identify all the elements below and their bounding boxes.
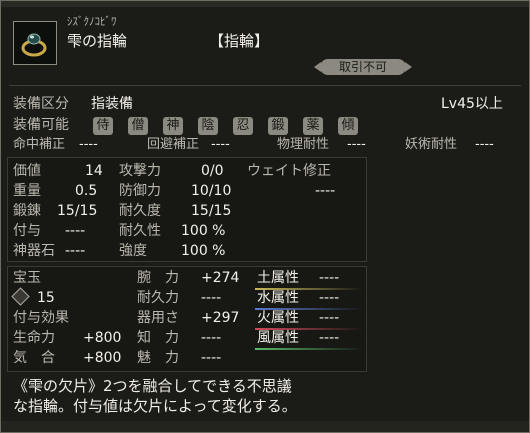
durability-pct-value: 100 % xyxy=(181,223,226,239)
element-label: 水属性 xyxy=(257,290,299,306)
tradable-badge: 取引不可 xyxy=(314,59,412,75)
divider xyxy=(9,85,521,86)
description-line: 《雫の欠片》2つを融合してできる不思議 xyxy=(13,377,292,395)
element-value: ---- xyxy=(319,270,340,286)
job-badge: 陰 xyxy=(198,117,218,135)
equip-category-value: 指装備 xyxy=(91,96,133,112)
magic-resist-label: 妖術耐性 xyxy=(405,137,458,152)
background-strip xyxy=(1,421,529,432)
element-value: ---- xyxy=(319,330,340,346)
magic-resist-value: ---- xyxy=(475,137,494,152)
job-badge: 侍 xyxy=(93,117,113,135)
weight-fix-value: ---- xyxy=(315,183,336,199)
item-description: 《雫の欠片》2つを融合してできる不思議 な指輪。付与値は欠片によって変化する。 xyxy=(13,376,297,416)
attribute-value: +274 xyxy=(201,270,240,286)
durability-value: 15/15 xyxy=(191,203,232,219)
weight-label: 重量 xyxy=(13,183,41,199)
durability-label: 耐久度 xyxy=(119,203,161,219)
job-badge: 傾 xyxy=(338,117,358,135)
element-label: 風属性 xyxy=(257,330,299,346)
job-badge: 僧 xyxy=(128,117,148,135)
job-badge: 忍 xyxy=(233,117,253,135)
jinki-label: 神器石 xyxy=(13,243,55,259)
value-label: 価値 xyxy=(13,163,41,179)
level-requirement: Lv45以上 xyxy=(441,96,503,112)
attribute-label: 腕 力 xyxy=(137,270,179,286)
defense-value: 10/10 xyxy=(191,183,232,199)
effects-label: 付与効果 xyxy=(13,310,69,326)
defense-label: 防御力 xyxy=(119,183,161,199)
hit-correction-value: ---- xyxy=(79,137,98,152)
attribute-label: 魅 力 xyxy=(137,350,179,366)
effect-value: +800 xyxy=(83,330,122,346)
forge-label: 鍛錬 xyxy=(13,203,41,219)
weight-fix-label: ウェイト修正 xyxy=(247,163,331,179)
ring-item-icon xyxy=(13,21,57,65)
equip-category-label: 装備区分 xyxy=(13,96,69,112)
job-badge: 鍛 xyxy=(268,117,288,135)
enchant-label: 付与 xyxy=(13,223,41,239)
evade-correction-label: 回避補正 xyxy=(147,137,200,152)
item-reading: ｼｽﾞｸﾉｺﾋﾞﾜ xyxy=(67,15,117,28)
attribute-value: ---- xyxy=(201,330,222,346)
item-name: 雫の指輪 xyxy=(67,32,128,50)
attribute-value: ---- xyxy=(201,290,222,306)
attack-value: 0/0 xyxy=(201,163,224,179)
phys-resist-value: ---- xyxy=(347,137,366,152)
strength-label: 強度 xyxy=(119,243,147,259)
strength-value: 100 % xyxy=(181,243,226,259)
element-label: 土属性 xyxy=(257,270,299,286)
effect-label: 気 合 xyxy=(13,350,55,366)
gem-label: 宝玉 xyxy=(13,270,41,286)
effect-label: 生命力 xyxy=(13,330,55,346)
hit-correction-label: 命中補正 xyxy=(13,137,66,152)
weight-value: 0.5 xyxy=(75,183,98,199)
attribute-label: 器用さ xyxy=(137,310,179,326)
attack-label: 攻撃力 xyxy=(119,163,161,179)
attribute-value: ---- xyxy=(201,350,222,366)
attribute-label: 知 力 xyxy=(137,330,179,346)
forge-value: 15/15 xyxy=(57,203,98,219)
effect-value: +800 xyxy=(83,350,122,366)
item-type: 【指輪】 xyxy=(209,32,270,50)
element-underline xyxy=(255,348,363,350)
value-value: 14 xyxy=(85,163,103,179)
background-strip xyxy=(1,1,529,7)
description-line: な指輪。付与値は欠片によって変化する。 xyxy=(13,397,297,415)
evade-correction-value: ---- xyxy=(211,137,230,152)
element-value: ---- xyxy=(319,290,340,306)
attribute-value: +297 xyxy=(201,310,240,326)
attribute-label: 耐久力 xyxy=(137,290,179,306)
element-label: 火属性 xyxy=(257,310,299,326)
gem-count: 15 xyxy=(37,290,55,306)
element-value: ---- xyxy=(319,310,340,326)
enchant-value: ---- xyxy=(65,223,86,239)
ring-icon xyxy=(21,33,47,57)
jobs-label: 装備可能 xyxy=(13,117,69,133)
job-badge: 薬 xyxy=(303,117,323,135)
phys-resist-label: 物理耐性 xyxy=(277,137,330,152)
job-badge: 神 xyxy=(163,117,183,135)
durability-pct-label: 耐久性 xyxy=(119,223,161,239)
jinki-value: ---- xyxy=(65,243,86,259)
item-tooltip-window: ｼｽﾞｸﾉｺﾋﾞﾜ 雫の指輪 【指輪】 取引不可 装備区分 指装備 Lv45以上… xyxy=(0,0,530,433)
